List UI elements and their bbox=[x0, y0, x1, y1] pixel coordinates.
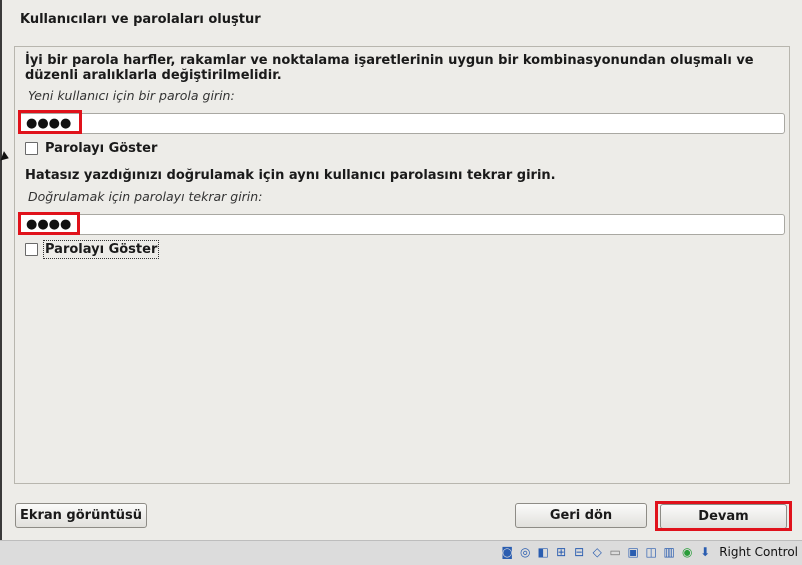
checkbox-box[interactable] bbox=[25, 141, 38, 155]
status-tray: ◙ ◎ ◧ ⊞ ⊟ ◇ ▭ ▣ ◫ ▥ ◉ ⬇ Right Control bbox=[499, 544, 798, 560]
usb-icon[interactable]: ⊟ bbox=[571, 544, 587, 560]
verify-password-input[interactable]: ●●●● bbox=[19, 214, 785, 235]
back-button[interactable]: Geri dön bbox=[515, 503, 647, 528]
network-icon[interactable]: ⊞ bbox=[553, 544, 569, 560]
audio-icon[interactable]: ◧ bbox=[535, 544, 551, 560]
show-verify-password-label: Parolayı Göster bbox=[42, 239, 160, 259]
checkbox-box[interactable] bbox=[25, 242, 38, 256]
window-left-edge bbox=[0, 0, 2, 540]
password-instruction: İyi bir parola harfler, rakamlar ve nokt… bbox=[25, 53, 754, 83]
vm-icon[interactable]: ◫ bbox=[643, 544, 659, 560]
show-password-checkbox[interactable]: Parolayı Göster bbox=[25, 139, 157, 157]
record-icon[interactable]: ▣ bbox=[625, 544, 641, 560]
hdd-icon[interactable]: ◙ bbox=[499, 544, 515, 560]
mouse-cursor-icon bbox=[0, 151, 11, 163]
verify-instruction: Hatasız yazdığınızı doğrulamak için aynı… bbox=[25, 168, 556, 183]
display-icon[interactable]: ▭ bbox=[607, 544, 623, 560]
page-title: Kullanıcıları ve parolaları oluştur bbox=[20, 12, 261, 27]
password-input[interactable]: ●●●● bbox=[19, 113, 785, 134]
form-panel: İyi bir parola harfler, rakamlar ve nokt… bbox=[14, 46, 790, 484]
show-verify-password-checkbox[interactable]: Parolayı Göster bbox=[25, 239, 160, 259]
verify-prompt: Doğrulamak için parolayı tekrar girin: bbox=[28, 189, 263, 204]
arrow-down-icon[interactable]: ⬇ bbox=[697, 544, 713, 560]
vm-statusbar: ◙ ◎ ◧ ⊞ ⊟ ◇ ▭ ▣ ◫ ▥ ◉ ⬇ Right Control bbox=[0, 540, 802, 565]
shared-folder-icon[interactable]: ◇ bbox=[589, 544, 605, 560]
virtualization-icon[interactable]: ▥ bbox=[661, 544, 677, 560]
password-prompt: Yeni kullanıcı için bir parola girin: bbox=[28, 88, 235, 103]
password-highlight bbox=[18, 110, 82, 134]
continue-highlight bbox=[655, 501, 792, 531]
mouse-integration-icon[interactable]: ◉ bbox=[679, 544, 695, 560]
host-key-label: Right Control bbox=[719, 545, 798, 559]
cd-icon[interactable]: ◎ bbox=[517, 544, 533, 560]
verify-password-highlight bbox=[18, 212, 80, 235]
screenshot-button[interactable]: Ekran görüntüsü bbox=[15, 503, 147, 528]
show-password-label: Parolayı Göster bbox=[45, 140, 158, 156]
